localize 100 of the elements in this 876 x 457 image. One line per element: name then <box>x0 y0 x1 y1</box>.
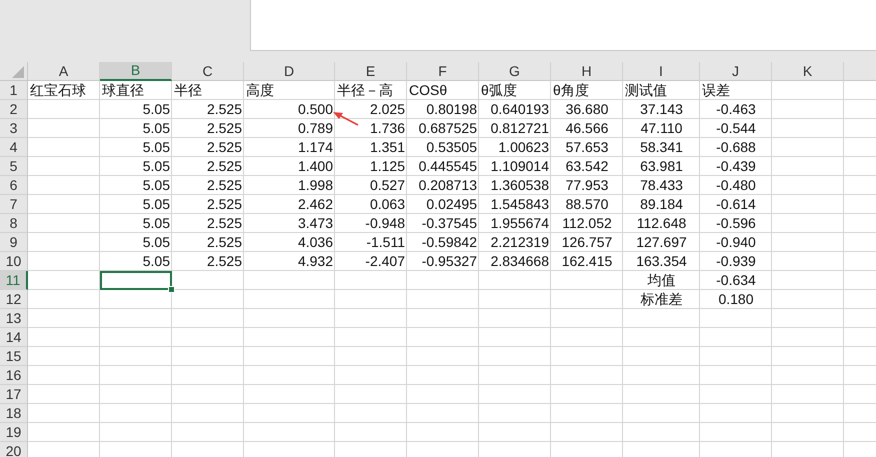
table-cell-text: 5.05 <box>142 214 171 233</box>
table-cell-text: 5.05 <box>142 176 171 195</box>
table-cell-text: 58.341 <box>639 138 684 157</box>
table-cell-text: 1.736 <box>368 119 406 138</box>
table-cell-text: 5.05 <box>142 138 171 157</box>
table-cell-text: 4.932 <box>296 252 334 271</box>
table-cell-text: 半径－高 <box>336 81 394 100</box>
row-header[interactable]: 17 <box>0 385 28 404</box>
table-cell-text: 2.525 <box>206 119 243 138</box>
table-cell-text: 2.834668 <box>490 252 550 271</box>
table-cell-text: 0.208713 <box>418 176 478 195</box>
table-cell-text: 0.80198 <box>425 100 478 119</box>
table-cell-text: 78.433 <box>639 176 684 195</box>
row-header[interactable]: 5 <box>0 157 28 176</box>
table-cell-text: 1.360538 <box>490 176 550 195</box>
table-cell-text: 88.570 <box>564 195 610 214</box>
table-cell-text: -0.634 <box>715 271 757 290</box>
row-header[interactable]: 12 <box>0 290 28 309</box>
table-cell-text: 高度 <box>245 81 275 100</box>
table-cell-text: -2.407 <box>364 252 406 271</box>
formula-area[interactable] <box>250 0 876 51</box>
row-header[interactable]: 3 <box>0 119 28 138</box>
table-cell-text: 误差 <box>701 81 731 100</box>
row-header[interactable]: 18 <box>0 404 28 423</box>
table-cell-text: 0.02495 <box>425 195 478 214</box>
table-cell-text: 4.036 <box>296 233 334 252</box>
table-cell-text: 2.525 <box>206 138 243 157</box>
table-cell-text: 0.640193 <box>490 100 550 119</box>
row-header[interactable]: 9 <box>0 233 28 252</box>
table-cell-text: 1.998 <box>296 176 334 195</box>
table-cell-text: 1.545843 <box>490 195 550 214</box>
table-cell-text: -0.596 <box>715 214 757 233</box>
table-cell-text: 77.953 <box>564 176 610 195</box>
table-cell-text: -0.463 <box>715 100 757 119</box>
table-cell-text: 半径 <box>173 81 203 100</box>
row-header[interactable]: 2 <box>0 100 28 119</box>
table-cell-text: COSθ <box>408 81 448 100</box>
table-cell-text: 1.955674 <box>490 214 550 233</box>
table-cell-text: -0.614 <box>715 195 757 214</box>
row-header[interactable]: 6 <box>0 176 28 195</box>
column-header[interactable]: B <box>100 62 172 81</box>
row-header[interactable]: 19 <box>0 423 28 442</box>
table-cell-text: 2.525 <box>206 252 243 271</box>
table-cell-text: 89.184 <box>639 195 684 214</box>
table-cell-text: 112.648 <box>636 214 688 233</box>
table-cell-text: -0.544 <box>715 119 757 138</box>
table-cell-text: 127.697 <box>635 233 688 252</box>
table-cell-text: 1.109014 <box>490 157 550 176</box>
row-header[interactable]: 7 <box>0 195 28 214</box>
table-cell-text: 红宝石球 <box>29 81 87 100</box>
table-cell-text: -0.59842 <box>420 233 478 252</box>
row-header[interactable]: 13 <box>0 309 28 328</box>
table-cell-text: 37.143 <box>639 100 684 119</box>
table-cell-text: 0.500 <box>296 100 334 119</box>
table-cell-text: -0.95327 <box>420 252 478 271</box>
table-cell-text: 2.525 <box>206 100 243 119</box>
table-cell-text: -0.37545 <box>420 214 478 233</box>
table-cell-text: 1.00623 <box>497 138 550 157</box>
table-cell-text: 36.680 <box>564 100 610 119</box>
row-header[interactable]: 4 <box>0 138 28 157</box>
row-header[interactable]: 1 <box>0 81 28 100</box>
table-cell-text: 0.53505 <box>425 138 478 157</box>
table-cell-text: 1.174 <box>296 138 334 157</box>
row-header[interactable]: 15 <box>0 347 28 366</box>
table-cell-text: 0.789 <box>296 119 334 138</box>
table-cell-text: 163.354 <box>635 252 688 271</box>
table-cell-text: -0.948 <box>364 214 406 233</box>
table-cell-text: 3.473 <box>296 214 334 233</box>
table-cell-text: 测试值 <box>624 81 668 100</box>
table-cell-text: -0.939 <box>715 252 757 271</box>
table-cell-text: 均值 <box>646 271 676 290</box>
table-cell-text: 57.653 <box>564 138 610 157</box>
table-cell-text: 162.415 <box>560 252 614 271</box>
table-cell-text: 112.052 <box>561 214 613 233</box>
row-header[interactable]: 10 <box>0 252 28 271</box>
table-cell-text: 1.400 <box>296 157 334 176</box>
table-cell-text: 标准差 <box>640 290 684 309</box>
table-cell-text: -0.439 <box>715 157 757 176</box>
table-cell-text: 0.445545 <box>418 157 478 176</box>
active-cell[interactable] <box>100 271 172 290</box>
table-cell-text: 2.525 <box>206 195 243 214</box>
table-cell-text: 5.05 <box>142 252 171 271</box>
table-cell-text: 5.05 <box>142 119 171 138</box>
row-header[interactable]: 20 <box>0 442 28 457</box>
table-cell-text: 5.05 <box>142 233 171 252</box>
row-header[interactable]: 8 <box>0 214 28 233</box>
table-cell-text: 63.981 <box>639 157 684 176</box>
table-cell-text: 46.566 <box>564 119 610 138</box>
table-cell-text: -0.480 <box>715 176 757 195</box>
table-cell-text: 2.525 <box>206 176 243 195</box>
row-header[interactable]: 11 <box>0 271 28 290</box>
table-cell-text: 0.527 <box>368 176 406 195</box>
table-cell-text: 2.525 <box>206 233 243 252</box>
row-header[interactable]: 16 <box>0 366 28 385</box>
table-cell-text: 5.05 <box>142 157 171 176</box>
row-header[interactable]: 14 <box>0 328 28 347</box>
table-cell-text: 5.05 <box>142 100 171 119</box>
table-cell-text: 126.757 <box>560 233 614 252</box>
table-cell-text: 0.812721 <box>490 119 550 138</box>
table-cell-text: 0.687525 <box>418 119 478 138</box>
